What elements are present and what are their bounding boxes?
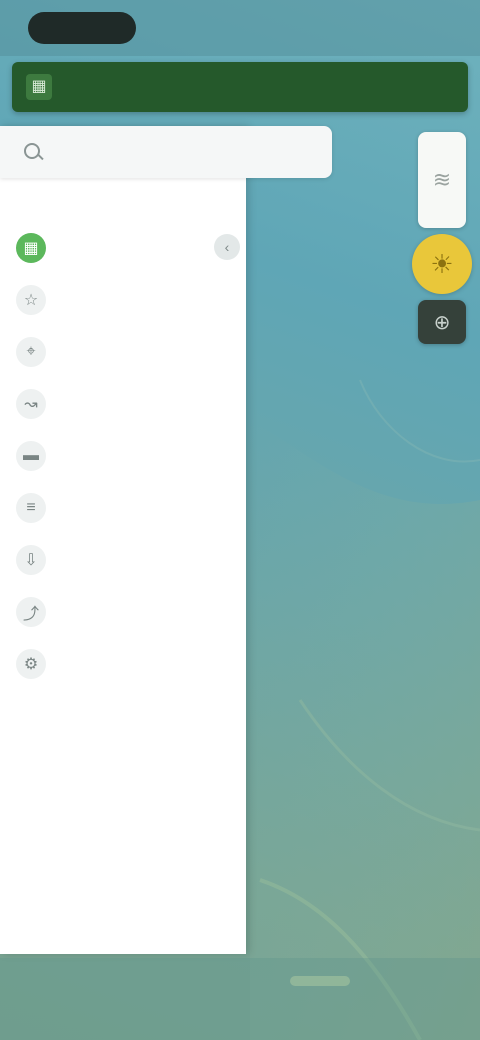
crosshair-icon: ⊕ (433, 311, 451, 334)
drawer-item-folders[interactable]: ▬ (0, 430, 246, 482)
route-icon: ↝ (16, 389, 46, 419)
drawer-item-favorites[interactable]: ☆ (0, 274, 246, 326)
search-input[interactable] (58, 142, 302, 162)
drawer-item-downloads[interactable]: ⇩ (0, 534, 246, 586)
folder-icon: ▬ (16, 441, 46, 471)
bottom-sheet-handle[interactable] (290, 976, 350, 986)
drawer-item-map[interactable]: ▦ (0, 222, 246, 274)
map-icon: ▦ (26, 74, 52, 100)
top-banner[interactable]: ▦ (12, 62, 468, 112)
drawer-item-extra[interactable] (0, 690, 246, 742)
status-bar (0, 0, 480, 56)
layers-icon: ≡ (16, 493, 46, 523)
drawer-item-settings[interactable]: ⚙ (0, 638, 246, 690)
download-icon: ⇩ (16, 545, 46, 575)
map-icon: ▦ (16, 233, 46, 263)
share-icon: ⤴ (16, 597, 46, 627)
drawer-item-locations[interactable]: ⌖ (0, 326, 246, 378)
drawer-item-share[interactable]: ⤴ (0, 586, 246, 638)
locate-button[interactable]: ⊕ (418, 300, 466, 344)
settings-icon: ⚙ (16, 649, 46, 679)
search-bar[interactable] (0, 126, 332, 178)
location-icon: ⌖ (16, 337, 46, 367)
drawer-item-layers[interactable]: ≡ (0, 482, 246, 534)
drawer-item-routes[interactable]: ↝ (0, 378, 246, 430)
search-icon (22, 141, 44, 163)
weather-button[interactable]: ☀ (412, 234, 472, 294)
status-pill (28, 12, 136, 44)
layers-icon: ≋ (432, 167, 452, 192)
drawer-menu: ▦ ☆ ⌖ ↝ ▬ ≡ ⇩ ⤴ ⚙ (0, 222, 246, 742)
star-icon: ☆ (16, 285, 46, 315)
map-layers-button[interactable]: ≋ (418, 132, 466, 228)
sun-icon: ☀ (430, 248, 454, 279)
blank-icon (16, 701, 46, 731)
bottom-bar (0, 958, 480, 1040)
